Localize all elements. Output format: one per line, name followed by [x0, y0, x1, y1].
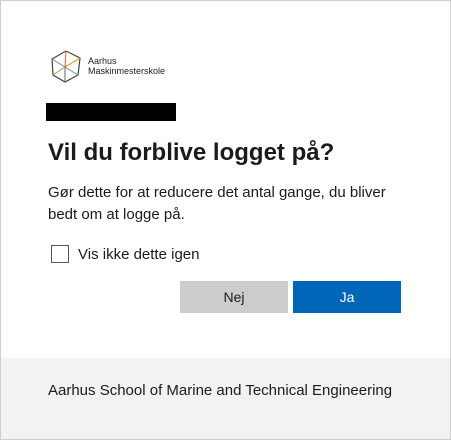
no-button[interactable]: Nej	[180, 281, 288, 313]
sign-in-dialog: Aarhus Maskinmesterskole Vil du forblive…	[0, 0, 451, 440]
yes-button[interactable]: Ja	[293, 281, 401, 313]
logo-line-1: Aarhus	[88, 56, 117, 66]
logo-line-2: Maskinmesterskole	[88, 66, 166, 76]
dont-show-again-label[interactable]: Vis ikke dette igen	[78, 246, 199, 263]
dont-show-again-row[interactable]: Vis ikke dette igen	[51, 245, 199, 263]
redacted-account-name	[46, 103, 176, 121]
organization-logo: Aarhus Maskinmesterskole	[48, 47, 165, 85]
dialog-title: Vil du forblive logget på?	[48, 139, 335, 166]
logo-icon	[51, 50, 81, 83]
footer-organization-name: Aarhus School of Marine and Technical En…	[48, 382, 393, 399]
footer: Aarhus School of Marine and Technical En…	[1, 358, 450, 439]
dialog-description: Gør dette for at reducere det antal gang…	[48, 184, 386, 223]
logo-text: Aarhus Maskinmesterskole	[88, 56, 165, 76]
dont-show-again-checkbox[interactable]	[51, 245, 69, 263]
